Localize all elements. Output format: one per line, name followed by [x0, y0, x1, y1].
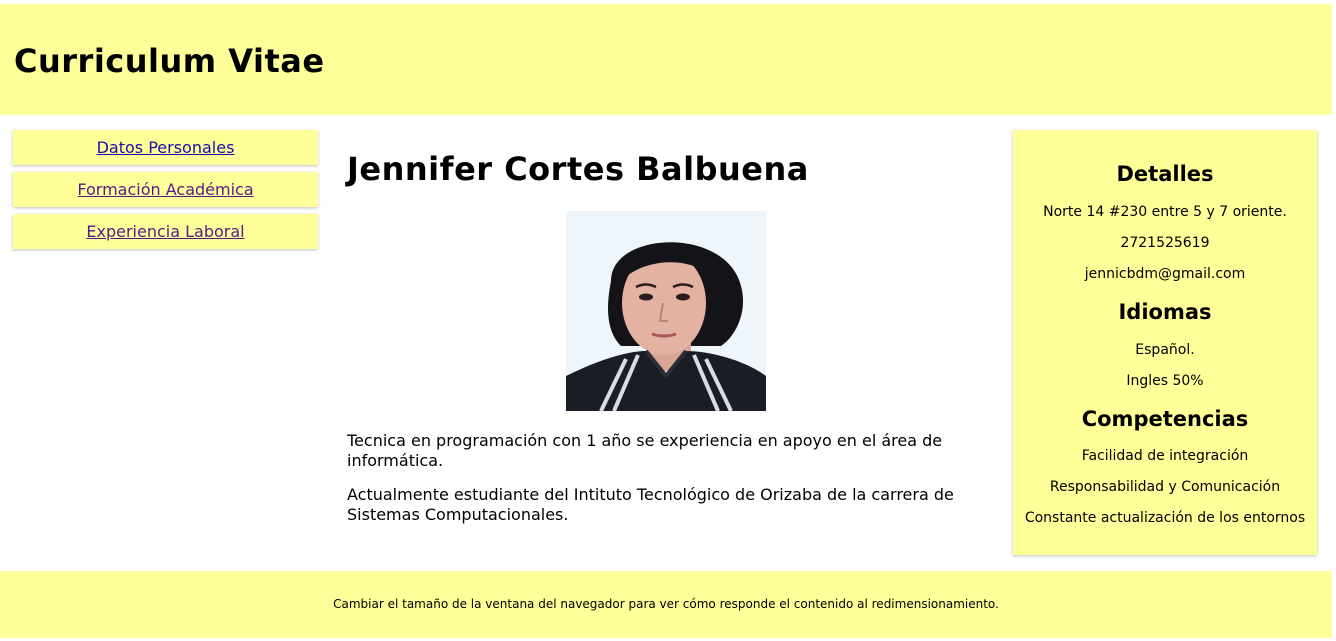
details-panel: Detalles Norte 14 #230 entre 5 y 7 orien… [1013, 130, 1317, 555]
skill-item: Responsabilidad y Comunicación [1049, 479, 1281, 495]
sidebar-nav: Datos Personales Formación Académica Exp… [13, 130, 318, 256]
person-name: Jennifer Cortes Balbuena [347, 150, 809, 188]
skills-heading: Competencias [1081, 407, 1249, 431]
profile-photo [566, 211, 766, 411]
summary-paragraph-2: Actualmente estudiante del Intituto Tecn… [347, 485, 954, 524]
footer-text: Cambiar el tamaño de la ventana del nave… [333, 597, 999, 611]
page-header: Curriculum Vitae [0, 4, 1332, 115]
nav-link-formacion-academica[interactable]: Formación Académica [13, 172, 318, 207]
languages-heading: Idiomas [1118, 300, 1212, 324]
language-item: Español. [1135, 342, 1195, 358]
phone-text: 2721525619 [1120, 235, 1210, 251]
summary-paragraph-1: Tecnica en programación con 1 año se exp… [347, 431, 943, 470]
skill-item: Facilidad de integración [1081, 448, 1249, 464]
main-content: Jennifer Cortes Balbuena Tecnica en prog… [347, 130, 987, 524]
page-title: Curriculum Vitae [14, 42, 325, 80]
skill-item: Constante actualización de los entornos [1024, 510, 1306, 526]
nav-link-datos-personales[interactable]: Datos Personales [13, 130, 318, 165]
nav-link-experiencia-laboral[interactable]: Experiencia Laboral [13, 214, 318, 249]
address-text: Norte 14 #230 entre 5 y 7 oriente. [1043, 204, 1287, 220]
profile-photo-image [566, 211, 766, 411]
page-footer: Cambiar el tamaño de la ventana del nave… [0, 571, 1332, 638]
details-heading: Detalles [1116, 162, 1214, 186]
language-item: Ingles 50% [1126, 373, 1204, 389]
email-text: jennicbdm@gmail.com [1084, 266, 1246, 282]
